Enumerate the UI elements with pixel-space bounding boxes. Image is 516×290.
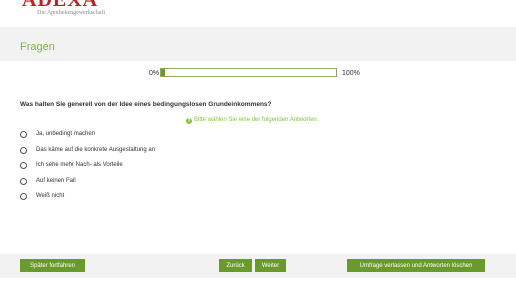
page-title: Fragen [20,41,55,53]
answer-option[interactable]: Auf keinen Fall [20,177,76,185]
back-button[interactable]: Zurück [219,259,252,272]
answer-option-label[interactable]: Ja, unbedingt machen [36,130,95,138]
progress-fill [161,69,165,76]
answer-option-label[interactable]: Weiß nicht [36,192,64,200]
answer-option[interactable]: Ich sehe mehr Nach- als Vorteile [20,161,123,169]
radio-button[interactable] [20,161,27,169]
question-circle-icon: ? [186,117,192,124]
title-band [0,27,516,61]
continue-later-button[interactable]: Später fortfahren [20,259,85,272]
answer-option[interactable]: Weiß nicht [20,192,64,200]
answer-option[interactable]: Das käme auf die konkrete Ausgestaltung … [20,146,155,154]
radio-button[interactable] [20,146,27,154]
answer-hint: ? Bitte wählen Sie eine der folgenden An… [186,117,318,124]
answer-option-label[interactable]: Das käme auf die konkrete Ausgestaltung … [36,146,155,154]
radio-button[interactable] [20,177,27,185]
logo-tagline: Die Apothekengewerkschaft [37,10,106,16]
answer-option-label[interactable]: Auf keinen Fall [36,177,76,185]
progress-bar [160,68,337,77]
question-text: Was halten Sie generell von der Idee ein… [20,101,272,108]
logo[interactable]: ADEXA [22,0,98,10]
progress-end-label: 100% [342,70,360,77]
radio-button[interactable] [20,130,27,138]
answer-hint-text: Bitte wählen Sie eine der folgenden Antw… [194,117,319,123]
leave-survey-button[interactable]: Umfrage verlassen und Antworten löschen [347,259,485,272]
answer-option-label[interactable]: Ich sehe mehr Nach- als Vorteile [36,161,123,169]
progress-start-label: 0% [149,70,160,77]
next-button[interactable]: Weiter [255,259,286,272]
header: ADEXA Die Apothekengewerkschaft [0,0,516,27]
answer-option[interactable]: Ja, unbedingt machen [20,130,95,138]
radio-button[interactable] [20,192,27,200]
